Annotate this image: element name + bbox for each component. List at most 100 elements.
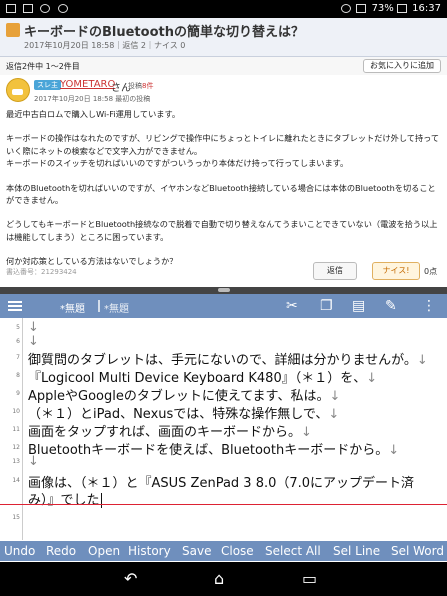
- app-icon: [57, 3, 68, 13]
- editor-toolbar: *無題 *無題 ✂ ❐ ▤ ✎ ⋮: [0, 294, 447, 318]
- nice-button[interactable]: ナイス!: [372, 262, 420, 280]
- tab-separator: [98, 300, 100, 312]
- line-number: 15: [12, 514, 20, 521]
- return-mark: ↓: [328, 407, 340, 422]
- more-icon[interactable]: ⋮: [422, 298, 436, 314]
- home-icon[interactable]: ⌂: [214, 569, 224, 588]
- post-count-value: 8件: [142, 82, 154, 90]
- editor-line: 15: [0, 510, 447, 527]
- return-mark: ↓: [28, 454, 39, 469]
- signal-icon: [356, 3, 367, 13]
- question-footer: 書込番号：21293424 返信 ナイス! 0点: [0, 258, 447, 284]
- line-text: ↓: [28, 334, 39, 349]
- line-text: ↓: [28, 320, 39, 335]
- line-number: 9: [16, 390, 20, 397]
- line-content: 『Logicool Multi Device Keyboard K480』（＊１…: [28, 371, 367, 386]
- open-button[interactable]: Open: [88, 544, 120, 558]
- tab-untitled-1[interactable]: *無題: [60, 300, 85, 315]
- line-number: 10: [12, 408, 20, 415]
- copy-icon[interactable]: ❐: [320, 298, 333, 314]
- battery-level: 73%: [371, 3, 394, 14]
- clipboard-icon[interactable]: ▤: [352, 298, 365, 314]
- question-icon: [6, 23, 20, 37]
- editor-line: 9 AppleやGoogleのタブレットに使えてます、私は。↓: [0, 385, 447, 404]
- tab-untitled-2[interactable]: *無題: [104, 300, 129, 315]
- return-mark: ↓: [28, 320, 39, 335]
- return-mark: ↓: [301, 425, 312, 440]
- editor-line: 13 ↓: [0, 454, 447, 471]
- select-word-button[interactable]: Sel Word: [391, 544, 444, 558]
- editor-line: 7 御質問のタブレットは、手元にないので、詳細は分かりませんが。↓: [0, 349, 447, 368]
- drag-handle-icon[interactable]: [218, 288, 230, 292]
- post-date: 2017年10月20日 18:58 最初の投稿: [34, 95, 151, 103]
- line-text: ↓: [28, 454, 39, 469]
- question-header: キーボードのBluetoothの簡単な切り替えは？ 2017年10月20日 18…: [0, 18, 447, 57]
- return-mark: ↓: [416, 353, 428, 368]
- line-number: 14: [12, 477, 20, 484]
- username-link[interactable]: YOMETARO: [60, 79, 115, 90]
- save-button[interactable]: Save: [182, 544, 211, 558]
- user-row: スレ主 YOMETARO さん 投稿8件 2017年10月20日 18:58 最…: [0, 76, 447, 106]
- scissors-icon[interactable]: ✂: [286, 298, 298, 314]
- close-button[interactable]: Close: [221, 544, 254, 558]
- reply-range-row: 返信2件中 1～2件目 お気に入りに追加: [0, 57, 447, 75]
- line-text: み）』でした: [28, 489, 102, 508]
- body-paragraph: 最近中古白ロムで購入しWi-Fi運用しています。: [6, 109, 181, 119]
- menu-icon[interactable]: [8, 299, 22, 313]
- select-all-button[interactable]: Select All: [265, 544, 321, 558]
- editor-line: 11 画面をタップすれば、画面のキーボードから。↓: [0, 421, 447, 440]
- avatar[interactable]: [6, 78, 30, 102]
- recents-icon[interactable]: ▭: [302, 569, 317, 588]
- split-divider[interactable]: [0, 287, 447, 294]
- line-text: （＊１）とiPad、Nexusでは、特殊な操作無しで、↓: [28, 403, 339, 422]
- app-icon: [23, 3, 34, 13]
- body-paragraph: どうしてもキーボードとBluetooth接続なので脱着で自動で切り替えなんてうま…: [6, 219, 438, 242]
- line-text: 画面をタップすれば、画面のキーボードから。↓: [28, 421, 312, 440]
- editor-line: 14 画像は、（＊１）と『ASUS ZenPad 3 8.0（7.0にアップデート…: [0, 472, 447, 491]
- wifi-icon: [341, 3, 352, 13]
- line-number: 8: [16, 372, 20, 379]
- line-number: 7: [16, 354, 20, 361]
- body-paragraph: キーボードの操作はなれたのですが、リビングで操作中にちょっとトイレに離れたときに…: [6, 133, 440, 169]
- editor-bottom-bar: Undo Redo Open History Save Close Select…: [0, 541, 447, 561]
- return-mark: ↓: [329, 389, 341, 404]
- back-icon[interactable]: ↶: [124, 569, 137, 588]
- text-cursor: [100, 493, 102, 508]
- text-editor[interactable]: 5 ↓ 6 ↓ 7 御質問のタブレットは、手元にないので、詳細は分かりませんが。↓ 8…: [0, 318, 447, 540]
- select-line-button[interactable]: Sel Line: [333, 544, 380, 558]
- line-number: 5: [16, 324, 20, 331]
- return-mark: ↓: [28, 334, 39, 349]
- line-content: AppleやGoogleのタブレットに使えてます、私は。: [28, 389, 330, 404]
- line-number: 6: [16, 338, 20, 345]
- favorite-button[interactable]: お気に入りに追加: [363, 59, 441, 73]
- nice-count: 0点: [424, 267, 438, 276]
- undo-button[interactable]: Undo: [4, 544, 35, 558]
- question-body: 最近中古白ロムで購入しWi-Fi運用しています。 キーボードの操作はなれたのです…: [6, 108, 442, 268]
- app-icon: [40, 3, 51, 13]
- question-meta: 2017年10月20日 18:58｜返信 2｜ナイス 0: [24, 41, 186, 50]
- body-paragraph: 本体のBluetoothを切ればいいのですが、イヤホンなどBluetooth接続…: [6, 182, 436, 206]
- clock: 16:37: [412, 3, 441, 14]
- post-count[interactable]: 投稿8件: [128, 81, 153, 91]
- line-number: 12: [12, 444, 20, 451]
- system-nav-bar: ↶ ⌂ ▭: [0, 562, 447, 596]
- reply-button[interactable]: 返信: [313, 262, 357, 280]
- line-text: 『Logicool Multi Device Keyboard K480』（＊１…: [28, 367, 377, 386]
- editor-line: 8 『Logicool Multi Device Keyboard K480』（＊…: [0, 367, 447, 386]
- status-bar: 73% 16:37: [0, 0, 447, 18]
- thread-owner-badge: スレ主: [34, 80, 61, 90]
- post-label: 投稿: [128, 82, 142, 90]
- post-number: 書込番号：21293424: [6, 268, 77, 276]
- line-number: 11: [12, 426, 20, 433]
- edit-icon[interactable]: ✎: [385, 298, 397, 314]
- battery-icon: [396, 3, 407, 13]
- history-button[interactable]: History: [128, 544, 171, 558]
- status-right: 73% 16:37: [341, 3, 441, 14]
- return-mark: ↓: [366, 371, 378, 386]
- line-content: 画面をタップすれば、画面のキーボードから。: [28, 425, 302, 440]
- current-line-underline: [0, 504, 447, 505]
- line-text: 御質問のタブレットは、手元にないので、詳細は分かりませんが。↓: [28, 349, 428, 368]
- line-content: （＊１）とiPad、Nexusでは、特殊な操作無しで、: [28, 407, 329, 422]
- redo-button[interactable]: Redo: [46, 544, 76, 558]
- line-content: み）』でした: [28, 493, 100, 508]
